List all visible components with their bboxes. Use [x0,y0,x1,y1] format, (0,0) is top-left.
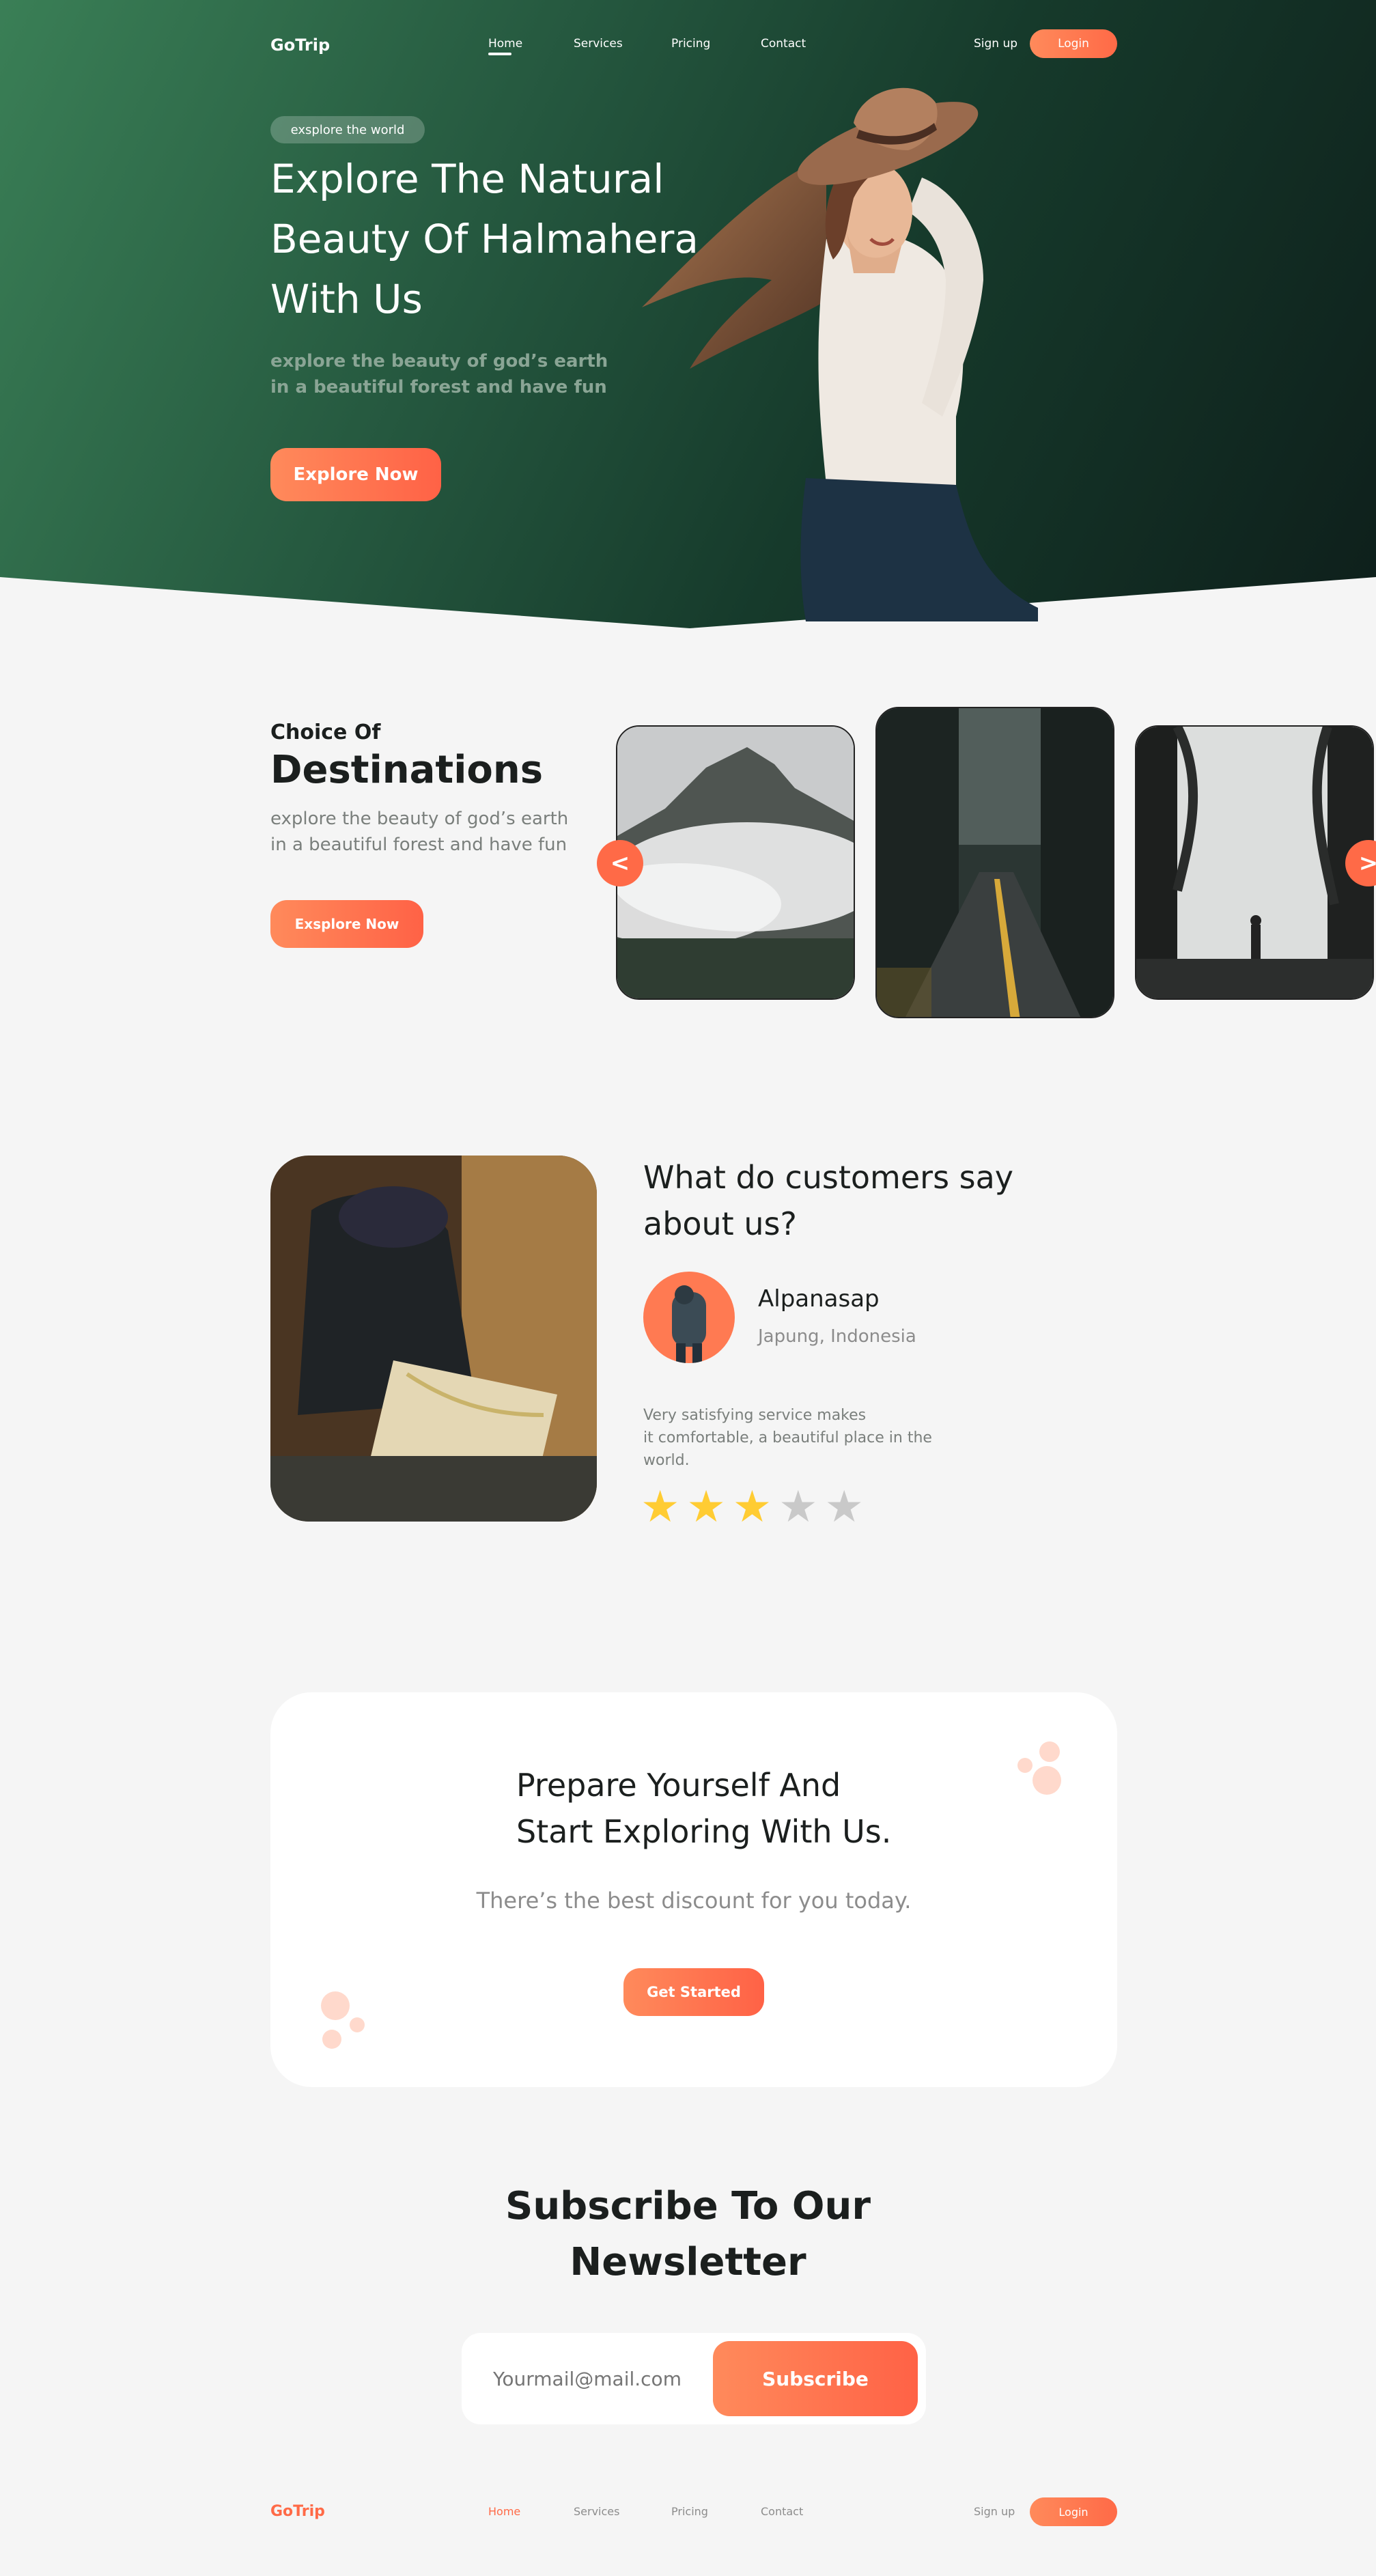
destinations-kicker: Choice Of [270,720,381,744]
decor-dot [321,1991,350,2020]
destinations-text-line2: in a beautiful forest and have fun [270,835,567,855]
nav-pricing[interactable]: Pricing [671,37,710,51]
signup-link[interactable]: Sign up [974,37,1017,51]
rating-stars: ★ ★ ★ ★ ★ [641,1482,871,1532]
nav-contact[interactable]: Contact [761,37,806,51]
testimonial-title-line1: What do customers say [643,1159,1014,1196]
star-icon: ★ [641,1482,680,1532]
star-icon: ★ [686,1482,726,1532]
promo-subtitle: There’s the best discount for you today. [476,1888,912,1914]
email-input[interactable] [493,2363,712,2394]
newsletter-title-line2: Newsletter [570,2240,806,2284]
destination-photo-road[interactable] [875,707,1114,1018]
nav-home[interactable]: Home [488,37,522,51]
footer-signup-link[interactable]: Sign up [974,2505,1015,2518]
decor-dot [1033,1766,1061,1795]
hero-subtitle-line1: explore the beauty of god’s earth [270,351,608,372]
testimonial-quote: Very satisfying service makes it comfort… [643,1404,932,1472]
promo-title-line2: Start Exploring With Us. [516,1813,892,1850]
customer-name: Alpanasap [758,1285,880,1313]
nav-services[interactable]: Services [574,37,623,51]
decor-dot [1017,1758,1033,1773]
newsletter-form: Subscribe [462,2333,926,2424]
subscribe-button[interactable]: Subscribe [713,2341,918,2416]
quote-line2: it comfortable, a beautiful place in the [643,1429,932,1446]
hero-woman-image [642,87,1038,621]
footer-nav-pricing[interactable]: Pricing [671,2505,708,2518]
destinations-text-line1: explore the beauty of god’s earth [270,809,569,829]
customer-avatar [643,1272,735,1363]
star-icon: ★ [732,1482,772,1532]
testimonial-title-line2: about us? [643,1205,797,1242]
promo-card: Prepare Yourself And Start Exploring Wit… [270,1692,1117,2087]
login-button[interactable]: Login [1030,29,1117,58]
hero-subtitle-line2: in a beautiful forest and have fun [270,377,607,397]
hero-explore-button[interactable]: Explore Now [270,448,441,501]
get-started-button[interactable]: Get Started [623,1968,764,2016]
quote-line3: world. [643,1452,690,1469]
logo[interactable]: GoTrip [270,36,330,55]
footer-nav-contact[interactable]: Contact [761,2505,803,2518]
customer-location: Japung, Indonesia [758,1326,916,1347]
destination-photo-forest[interactable] [1135,725,1374,1000]
decor-dot [350,2017,365,2032]
newsletter-title-line1: Subscribe To Our [505,2184,871,2228]
decor-dot [1039,1741,1060,1762]
footer-login-button[interactable]: Login [1030,2497,1117,2526]
star-icon: ★ [824,1482,864,1532]
decor-dot [322,2030,341,2049]
carousel-prev-button[interactable]: < [597,840,643,886]
star-icon: ★ [778,1482,818,1532]
nav-active-indicator [488,53,511,55]
footer-nav-services[interactable]: Services [574,2505,619,2518]
destination-photo-mountain[interactable] [616,725,855,1000]
testimonial-photo [270,1156,597,1522]
destinations-explore-button[interactable]: Exsplore Now [270,900,423,948]
footer-logo[interactable]: GoTrip [270,2503,325,2520]
hero-pill: exsplore the world [270,116,425,143]
destinations-title: Destinations [270,748,544,792]
hero-title-line3: With Us [270,276,423,322]
quote-line1: Very satisfying service makes [643,1407,867,1424]
footer-nav-home[interactable]: Home [488,2505,520,2518]
promo-title-line1: Prepare Yourself And [516,1767,841,1804]
